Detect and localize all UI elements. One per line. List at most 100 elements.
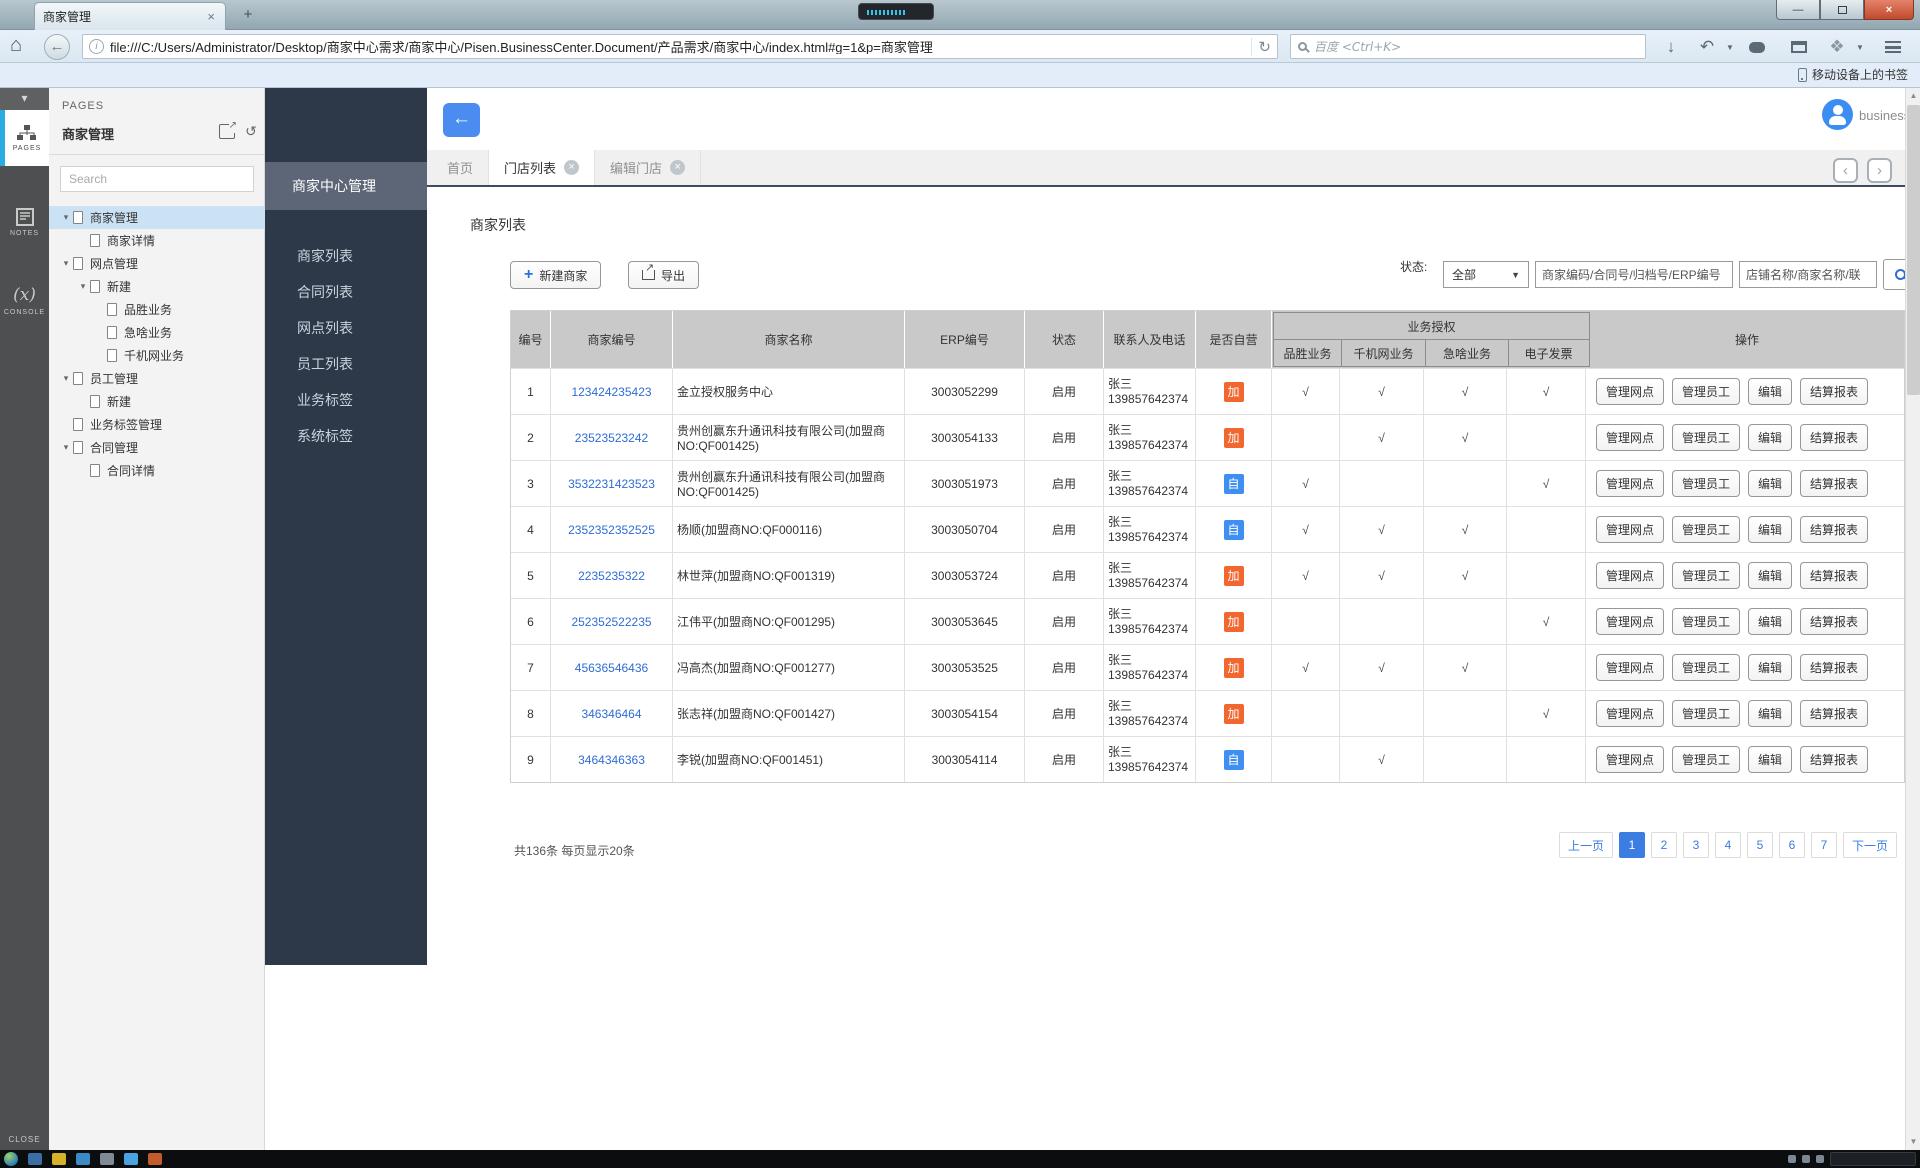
reload-icon[interactable]: ↻: [1251, 38, 1271, 56]
strip-item-pages[interactable]: PAGES: [0, 110, 49, 166]
close-button[interactable]: ×: [1864, 0, 1914, 20]
pages-search-input[interactable]: [60, 166, 254, 192]
manage-outlets-button[interactable]: 管理网点: [1596, 746, 1664, 773]
manage-staff-button[interactable]: 管理员工: [1672, 470, 1740, 497]
edit-button[interactable]: 编辑: [1748, 654, 1792, 681]
strip-item-console[interactable]: (x) CONSOLE: [0, 272, 49, 328]
tree-item[interactable]: 千机网业务: [49, 344, 265, 367]
back-button[interactable]: ←: [443, 103, 480, 137]
tab-close-icon[interactable]: ×: [564, 160, 579, 175]
page-number-button[interactable]: 5: [1747, 832, 1773, 858]
sidenav-item[interactable]: 网点列表: [265, 310, 427, 346]
merchant-code-link[interactable]: 3464346363: [578, 753, 645, 767]
merchant-code-link[interactable]: 45636546436: [575, 661, 648, 675]
tray-icon[interactable]: [1802, 1155, 1810, 1163]
merchant-code-link[interactable]: 2352352352525: [568, 523, 655, 537]
flow-icon[interactable]: ↺: [243, 124, 259, 139]
manage-outlets-button[interactable]: 管理网点: [1596, 654, 1664, 681]
tree-expand-icon[interactable]: ▾: [76, 281, 90, 292]
edit-button[interactable]: 编辑: [1748, 608, 1792, 635]
tab-close-icon[interactable]: ×: [670, 160, 685, 175]
browser-search-input[interactable]: [1314, 40, 1638, 54]
tree-item[interactable]: ▾合同管理: [49, 436, 265, 459]
vertical-scroll-thumb[interactable]: [1907, 105, 1920, 395]
tabs-scroll-right-button[interactable]: ›: [1867, 158, 1892, 183]
plugin-icon[interactable]: ❖: [1824, 36, 1850, 58]
store-name-filter-input[interactable]: [1739, 261, 1877, 288]
settlement-report-button[interactable]: 结算报表: [1800, 608, 1868, 635]
url-bar[interactable]: i ↻: [82, 34, 1278, 59]
sidenav-item[interactable]: 合同列表: [265, 274, 427, 310]
tree-item[interactable]: 急啥业务: [49, 321, 265, 344]
manage-outlets-button[interactable]: 管理网点: [1596, 700, 1664, 727]
page-number-button[interactable]: 1: [1619, 832, 1645, 858]
vertical-scrollbar[interactable]: ▲ ▼: [1905, 88, 1920, 1150]
tray-icon[interactable]: [1788, 1155, 1796, 1163]
chat-icon[interactable]: [1744, 36, 1770, 58]
merchant-code-link[interactable]: 252352522235: [571, 615, 651, 629]
page-tab[interactable]: 首页: [432, 150, 489, 185]
page-number-button[interactable]: 3: [1683, 832, 1709, 858]
tree-item[interactable]: 商家详情: [49, 229, 265, 252]
status-filter-select[interactable]: 全部 ▼: [1443, 261, 1529, 288]
manage-staff-button[interactable]: 管理员工: [1672, 654, 1740, 681]
taskbar-app-icon[interactable]: [100, 1153, 114, 1165]
open-page-icon[interactable]: [219, 124, 235, 139]
manage-staff-button[interactable]: 管理员工: [1672, 700, 1740, 727]
tree-expand-icon[interactable]: ▾: [59, 258, 73, 269]
settlement-report-button[interactable]: 结算报表: [1800, 700, 1868, 727]
taskbar-app-icon[interactable]: [52, 1153, 66, 1165]
export-button[interactable]: 导出: [628, 261, 699, 289]
taskbar-app-icon[interactable]: [124, 1153, 138, 1165]
merchant-code-link[interactable]: 23523523242: [575, 431, 648, 445]
tree-item[interactable]: ▾商家管理: [49, 206, 265, 229]
taskbar-app-icon[interactable]: [28, 1153, 42, 1165]
edit-button[interactable]: 编辑: [1748, 378, 1792, 405]
manage-outlets-button[interactable]: 管理网点: [1596, 378, 1664, 405]
tray-icon[interactable]: [1816, 1155, 1824, 1163]
new-tab-button[interactable]: +: [236, 6, 260, 25]
collapse-panel-button[interactable]: ▾: [0, 88, 49, 110]
history-icon[interactable]: ↶: [1694, 36, 1720, 58]
scroll-up-icon[interactable]: ▲: [1906, 88, 1920, 104]
nav-back-button[interactable]: ←: [44, 34, 70, 60]
menu-icon[interactable]: [1880, 36, 1906, 58]
prev-page-button[interactable]: 上一页: [1559, 832, 1613, 858]
new-merchant-button[interactable]: + 新建商家: [510, 261, 601, 289]
settlement-report-button[interactable]: 结算报表: [1800, 424, 1868, 451]
tree-expand-icon[interactable]: ▾: [59, 373, 73, 384]
merchant-code-link[interactable]: 123424235423: [571, 385, 651, 399]
tree-item[interactable]: 合同详情: [49, 459, 265, 482]
table-search-button[interactable]: [1883, 259, 1905, 290]
edit-button[interactable]: 编辑: [1748, 746, 1792, 773]
taskbar-app-icon[interactable]: [76, 1153, 90, 1165]
next-page-button[interactable]: 下一页: [1843, 832, 1897, 858]
strip-item-notes[interactable]: NOTES: [0, 194, 49, 250]
manage-staff-button[interactable]: 管理员工: [1672, 562, 1740, 589]
page-number-button[interactable]: 6: [1779, 832, 1805, 858]
edit-button[interactable]: 编辑: [1748, 562, 1792, 589]
settlement-report-button[interactable]: 结算报表: [1800, 654, 1868, 681]
tabs-scroll-left-button[interactable]: ‹: [1833, 158, 1858, 183]
manage-outlets-button[interactable]: 管理网点: [1596, 516, 1664, 543]
sidenav-item[interactable]: 系统标签: [265, 418, 427, 454]
manage-outlets-button[interactable]: 管理网点: [1596, 424, 1664, 451]
bookmarks-mobile-item[interactable]: 移动设备上的书签: [1798, 66, 1908, 83]
browser-tab[interactable]: 商家管理 ×: [34, 2, 226, 30]
scroll-down-icon[interactable]: ▼: [1906, 1134, 1920, 1150]
tree-item[interactable]: ▾员工管理: [49, 367, 265, 390]
merchant-code-link[interactable]: 346346464: [581, 707, 641, 721]
tree-expand-icon[interactable]: ▾: [59, 212, 73, 223]
tree-expand-icon[interactable]: ▾: [59, 442, 73, 453]
tree-item[interactable]: 业务标签管理: [49, 413, 265, 436]
settlement-report-button[interactable]: 结算报表: [1800, 746, 1868, 773]
user-avatar[interactable]: [1822, 99, 1853, 130]
url-input[interactable]: [110, 39, 1251, 54]
page-tab[interactable]: 编辑门店×: [595, 150, 701, 185]
home-icon[interactable]: ⌂: [10, 34, 22, 57]
page-number-button[interactable]: 2: [1651, 832, 1677, 858]
history-dropdown-icon[interactable]: ▼: [1726, 43, 1734, 52]
tree-item[interactable]: ▾新建: [49, 275, 265, 298]
manage-outlets-button[interactable]: 管理网点: [1596, 470, 1664, 497]
close-player-button[interactable]: CLOSE: [0, 1135, 49, 1144]
